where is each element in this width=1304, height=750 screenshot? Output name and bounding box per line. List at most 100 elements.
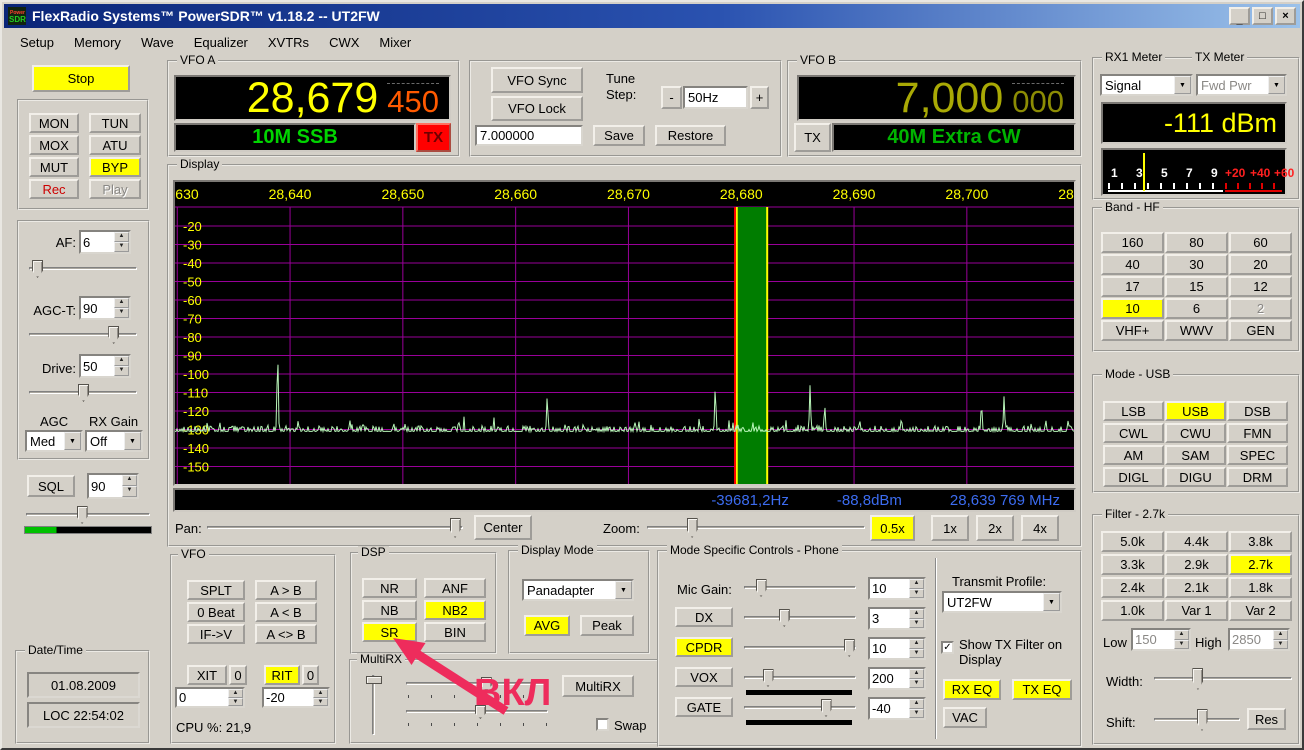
- xit-button[interactable]: XIT: [187, 665, 227, 685]
- show-tx-filter-checkbox[interactable]: ✓: [941, 641, 954, 654]
- band-160-button[interactable]: 160: [1101, 232, 1164, 253]
- af-slider[interactable]: [27, 259, 139, 279]
- band-vhf-button[interactable]: VHF+: [1101, 320, 1164, 341]
- xit-spinner[interactable]: 0 ▲ ▼: [175, 687, 245, 708]
- vfo-a-freq-sub[interactable]: 450: [387, 83, 439, 117]
- center-button[interactable]: Center: [474, 515, 532, 540]
- af-slider-thumb[interactable]: [32, 260, 44, 278]
- vox-spinner[interactable]: 200 ▲ ▼: [868, 667, 926, 690]
- panadapter-display[interactable]: 28,630 28,640 28,650 28,660 28,670 28,680 28,6…: [156, 180, 1101, 486]
- vox-slider[interactable]: [742, 668, 858, 688]
- filter-width-slider[interactable]: [1152, 667, 1294, 691]
- gate-spinner[interactable]: -40 ▲ ▼: [868, 697, 926, 720]
- filter-var2-button[interactable]: Var 2: [1229, 600, 1292, 621]
- filter-38k-button[interactable]: 3.8k: [1229, 531, 1292, 552]
- band-gen-button[interactable]: GEN: [1229, 320, 1292, 341]
- tun-button[interactable]: TUN: [89, 113, 141, 133]
- vfo-lock-button[interactable]: VFO Lock: [491, 96, 583, 121]
- vfo-b-frequency-display[interactable]: 7,000 000: [797, 75, 1076, 121]
- rx1-meter-dropdown[interactable]: Signal ▼: [1100, 74, 1193, 96]
- atu-button[interactable]: ATU: [89, 135, 141, 155]
- zoom-1x-button[interactable]: 1x: [931, 515, 969, 541]
- a-to-b-button[interactable]: A > B: [255, 580, 317, 600]
- filter-33k-button[interactable]: 3.3k: [1101, 554, 1164, 575]
- zoom-4x-button[interactable]: 4x: [1021, 515, 1059, 541]
- filter-24k-button[interactable]: 2.4k: [1101, 577, 1164, 598]
- band-20-button[interactable]: 20: [1229, 254, 1292, 275]
- vfo-a-freq-main[interactable]: 28,679: [247, 77, 379, 120]
- tune-step-plus-button[interactable]: +: [750, 86, 769, 109]
- rit-spinner[interactable]: -20 ▲ ▼: [262, 687, 330, 708]
- rit-button[interactable]: RIT: [264, 665, 300, 685]
- agc-dropdown[interactable]: Med ▼: [25, 430, 83, 452]
- zoom-2x-button[interactable]: 2x: [976, 515, 1014, 541]
- peak-button[interactable]: Peak: [580, 615, 634, 636]
- menu-mixer[interactable]: Mixer: [369, 32, 421, 53]
- filter-reset-button[interactable]: Res: [1247, 708, 1286, 730]
- mode-usb-button[interactable]: USB: [1165, 401, 1226, 421]
- band-30-button[interactable]: 30: [1165, 254, 1228, 275]
- gate-button[interactable]: GATE: [675, 697, 733, 717]
- mode-lsb-button[interactable]: LSB: [1103, 401, 1164, 421]
- pan-slider[interactable]: [205, 517, 465, 539]
- mode-drm-button[interactable]: DRM: [1227, 467, 1288, 487]
- filter-shift-slider[interactable]: [1152, 708, 1242, 732]
- rec-button[interactable]: Rec: [29, 179, 79, 199]
- dx-slider[interactable]: [742, 608, 858, 628]
- a-swap-b-button[interactable]: A <> B: [255, 624, 317, 644]
- save-button[interactable]: Save: [593, 125, 645, 146]
- band-15-button[interactable]: 15: [1165, 276, 1228, 297]
- agct-slider[interactable]: [27, 325, 139, 345]
- mode-digl-button[interactable]: DIGL: [1103, 467, 1164, 487]
- zoom-05x-button[interactable]: 0.5x: [870, 515, 915, 541]
- band-60-button[interactable]: 60: [1229, 232, 1292, 253]
- bin-button[interactable]: BIN: [424, 622, 486, 642]
- zoom-slider[interactable]: [645, 517, 867, 539]
- tune-step-value[interactable]: 50Hz: [683, 86, 748, 109]
- multirx-pan2-slider[interactable]: [404, 704, 550, 720]
- close-button[interactable]: ×: [1275, 7, 1296, 25]
- memory-frequency-input[interactable]: 7.000000: [475, 125, 583, 146]
- mode-spec-button[interactable]: SPEC: [1227, 445, 1288, 465]
- menu-equalizer[interactable]: Equalizer: [184, 32, 258, 53]
- vox-button[interactable]: VOX: [675, 667, 733, 687]
- menu-wave[interactable]: Wave: [131, 32, 184, 53]
- drive-slider[interactable]: [27, 383, 139, 403]
- filter-50k-button[interactable]: 5.0k: [1101, 531, 1164, 552]
- band-12-button[interactable]: 12: [1229, 276, 1292, 297]
- mox-button[interactable]: MOX: [29, 135, 79, 155]
- filter-29k-button[interactable]: 2.9k: [1165, 554, 1228, 575]
- filter-low-spinner[interactable]: 150 ▲ ▼: [1131, 628, 1191, 651]
- mode-cwu-button[interactable]: CWU: [1165, 423, 1226, 443]
- nb2-button[interactable]: NB2: [424, 600, 486, 620]
- menu-cwx[interactable]: CWX: [319, 32, 369, 53]
- rit-zero-button[interactable]: 0: [302, 665, 319, 685]
- a-from-b-button[interactable]: A < B: [255, 602, 317, 622]
- vac-button[interactable]: VAC: [943, 707, 987, 728]
- filter-27k-button[interactable]: 2.7k: [1229, 554, 1292, 575]
- af-spinner[interactable]: 6 ▲ ▼: [79, 230, 131, 254]
- cpdr-spinner[interactable]: 10 ▲ ▼: [868, 637, 926, 660]
- restore-button[interactable]: Restore: [655, 125, 726, 146]
- agct-spinner[interactable]: 90 ▲ ▼: [79, 296, 131, 320]
- xit-zero-button[interactable]: 0: [229, 665, 247, 685]
- vfo-b-freq-main[interactable]: 7,000: [896, 77, 1004, 120]
- band-wwv-button[interactable]: WWV: [1165, 320, 1228, 341]
- dx-spinner[interactable]: 3 ▲ ▼: [868, 607, 926, 630]
- sql-button[interactable]: SQL: [27, 475, 75, 497]
- menu-xvtrs[interactable]: XVTRs: [258, 32, 319, 53]
- vfo-b-freq-sub[interactable]: 000: [1012, 83, 1064, 117]
- mode-am-button[interactable]: AM: [1103, 445, 1164, 465]
- display-mode-dropdown[interactable]: Panadapter ▼: [522, 579, 634, 601]
- minimize-button[interactable]: _: [1229, 7, 1250, 26]
- transmit-profile-dropdown[interactable]: UT2FW ▼: [942, 591, 1062, 613]
- tx-meter-dropdown[interactable]: Fwd Pwr ▼: [1196, 74, 1287, 96]
- mode-fmn-button[interactable]: FMN: [1227, 423, 1288, 443]
- tx-eq-button[interactable]: TX EQ: [1012, 679, 1072, 700]
- vfo-a-frequency-display[interactable]: 28,679 450: [174, 75, 451, 121]
- avg-button[interactable]: AVG: [524, 615, 570, 636]
- multirx-gain-slider[interactable]: [404, 676, 550, 692]
- drive-spinner[interactable]: 50 ▲ ▼: [79, 354, 131, 378]
- mode-cwl-button[interactable]: CWL: [1103, 423, 1164, 443]
- dx-button[interactable]: DX: [675, 607, 733, 627]
